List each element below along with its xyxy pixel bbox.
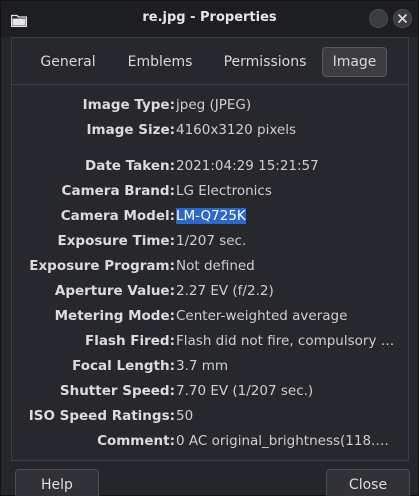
value-camera-brand[interactable]: LG Electronics bbox=[176, 180, 402, 202]
row-focal-length: Focal Length: 3.7 mm bbox=[12, 355, 408, 377]
tab-permissions[interactable]: Permissions bbox=[212, 47, 318, 77]
value-exposure-time[interactable]: 1/207 sec. bbox=[176, 230, 402, 252]
value-flash-fired[interactable]: Flash did not fire, compulsory … bbox=[176, 330, 402, 352]
label-shutter-speed: Shutter Speed: bbox=[59, 383, 175, 399]
properties-window: re.jpg - Properties General Emblems Perm… bbox=[0, 0, 419, 496]
close-window-button[interactable] bbox=[393, 9, 412, 28]
label-flash-fired: Flash Fired: bbox=[84, 333, 175, 349]
tab-image[interactable]: Image bbox=[322, 47, 387, 77]
label-date-taken: Date Taken: bbox=[85, 158, 175, 174]
label-iso-speed: ISO Speed Ratings: bbox=[28, 408, 175, 424]
tab-emblems[interactable]: Emblems bbox=[116, 47, 204, 77]
row-exposure-program: Exposure Program: Not defined bbox=[12, 255, 408, 277]
row-camera-model: Camera Model: LM-Q725K bbox=[12, 205, 408, 227]
label-focal-length: Focal Length: bbox=[72, 358, 175, 374]
close-icon bbox=[397, 13, 408, 24]
label-exposure-time: Exposure Time: bbox=[57, 233, 176, 249]
row-camera-brand: Camera Brand: LG Electronics bbox=[12, 180, 408, 202]
value-shutter-speed[interactable]: 7.70 EV (1/207 sec.) bbox=[176, 380, 402, 402]
value-image-size[interactable]: 4160x3120 pixels bbox=[176, 119, 402, 141]
close-button[interactable]: Close bbox=[326, 469, 410, 496]
row-aperture-value: Aperture Value: 2.27 EV (f/2.2) bbox=[12, 280, 408, 302]
minimize-button[interactable] bbox=[369, 9, 388, 28]
row-image-type: Image Type: jpeg (JPEG) bbox=[12, 94, 408, 116]
label-camera-brand: Camera Brand: bbox=[61, 183, 175, 199]
value-camera-model[interactable]: LM-Q725K bbox=[176, 205, 402, 227]
value-exposure-program[interactable]: Not defined bbox=[176, 255, 402, 277]
value-aperture-value[interactable]: 2.27 EV (f/2.2) bbox=[176, 280, 402, 302]
row-flash-fired: Flash Fired: Flash did not fire, compuls… bbox=[12, 330, 408, 352]
row-date-taken: Date Taken: 2021:04:29 15:21:57 bbox=[12, 155, 408, 177]
title-bar[interactable]: re.jpg - Properties bbox=[1, 1, 418, 37]
value-image-type[interactable]: jpeg (JPEG) bbox=[176, 94, 402, 116]
value-comment[interactable]: 0 AC original_brightness(118.… bbox=[176, 430, 402, 452]
selected-text[interactable]: LM-Q725K bbox=[176, 208, 246, 224]
row-exposure-time: Exposure Time: 1/207 sec. bbox=[12, 230, 408, 252]
row-metering-mode: Metering Mode: Center-weighted average bbox=[12, 305, 408, 327]
label-exposure-program: Exposure Program: bbox=[29, 258, 175, 274]
value-date-taken[interactable]: 2021:04:29 15:21:57 bbox=[176, 155, 402, 177]
label-aperture-value: Aperture Value: bbox=[54, 283, 175, 299]
tab-bar: General Emblems Permissions Image bbox=[12, 38, 408, 85]
tab-general[interactable]: General bbox=[28, 47, 108, 77]
row-shutter-speed: Shutter Speed: 7.70 EV (1/207 sec.) bbox=[12, 380, 408, 402]
label-comment: Comment: bbox=[97, 433, 175, 449]
row-image-size: Image Size: 4160x3120 pixels bbox=[12, 119, 408, 141]
label-metering-mode: Metering Mode: bbox=[54, 308, 175, 324]
properties-panel: General Emblems Permissions Image Image … bbox=[11, 37, 409, 461]
value-metering-mode[interactable]: Center-weighted average bbox=[176, 305, 402, 327]
value-focal-length[interactable]: 3.7 mm bbox=[176, 355, 402, 377]
label-camera-model: Camera Model: bbox=[60, 208, 175, 224]
help-button[interactable]: Help bbox=[15, 469, 99, 496]
row-comment: Comment: 0 AC original_brightness(118.… bbox=[12, 430, 408, 452]
window-title: re.jpg - Properties bbox=[142, 10, 277, 25]
label-image-size: Image Size: bbox=[86, 122, 175, 138]
value-iso-speed[interactable]: 50 bbox=[176, 405, 402, 427]
row-iso-speed: ISO Speed Ratings: 50 bbox=[12, 405, 408, 427]
label-image-type: Image Type: bbox=[82, 97, 175, 113]
